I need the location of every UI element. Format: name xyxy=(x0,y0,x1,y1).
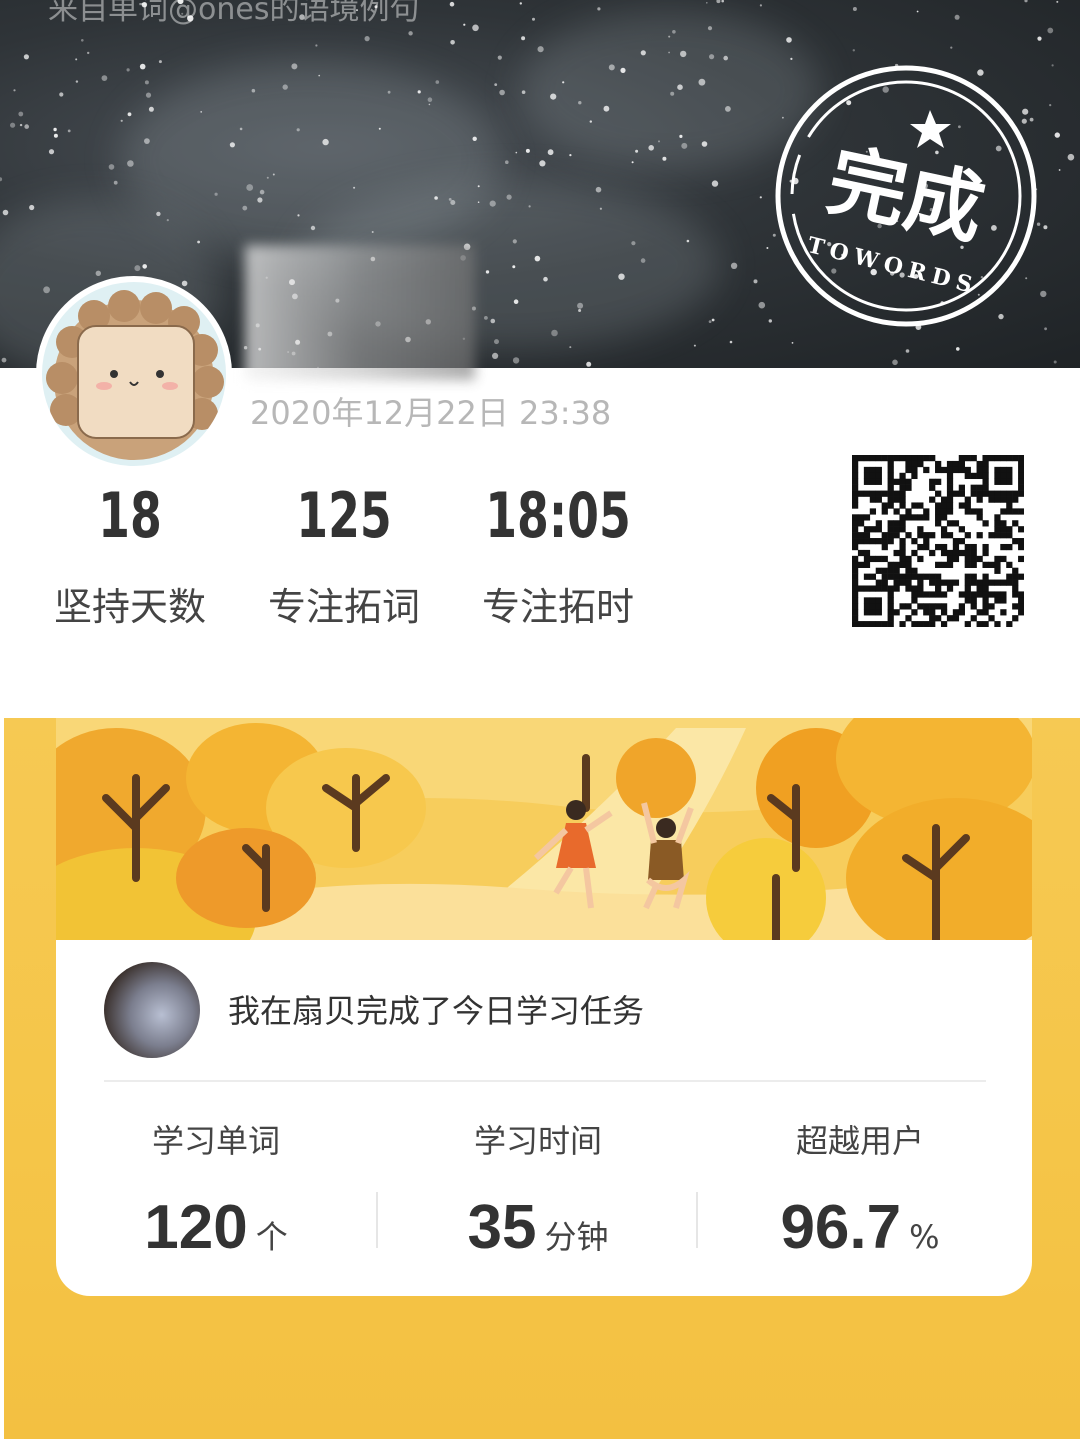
svg-text:完成: 完成 xyxy=(820,136,991,256)
stat-days-label: 坚持天数 xyxy=(53,585,206,629)
stat-study-time-unit: 分钟 xyxy=(544,1218,609,1256)
record-date: 2020年12月22日 23:38 xyxy=(250,394,612,432)
blurred-username xyxy=(245,245,475,380)
autumn-scene-illustration xyxy=(56,718,1032,944)
star-icon xyxy=(910,110,951,148)
stat-time-label: 专注拓时 xyxy=(481,585,634,629)
stat-study-time-label: 学习时间 xyxy=(473,1122,602,1160)
stat-surpass-users-value: 96.7 xyxy=(780,1193,902,1262)
stat-surpass-users: 超越用户 96.7% xyxy=(700,1116,1020,1263)
stat-learned-words-label: 学习单词 xyxy=(151,1122,280,1160)
stat-surpass-users-label: 超越用户 xyxy=(795,1122,924,1160)
stat-learned-words: 学习单词 120 个 xyxy=(56,1116,376,1263)
stat-learned-words-unit: 个 xyxy=(255,1218,288,1256)
user-avatar[interactable] xyxy=(104,962,200,1058)
stat-words-label: 专注拓词 xyxy=(267,585,420,629)
stat-study-time: 学习时间 35 分钟 xyxy=(378,1116,698,1263)
completion-message: 我在扇贝完成了今日学习任务 xyxy=(228,992,645,1030)
divider xyxy=(104,1080,986,1082)
stat-learned-words-value: 120 xyxy=(144,1193,248,1262)
lion-avatar[interactable] xyxy=(36,276,232,472)
stat-days: 18 坚持天数 xyxy=(40,480,220,631)
stat-surpass-users-unit: % xyxy=(909,1218,940,1256)
stat-time-value: 18:05 xyxy=(485,479,631,552)
completion-stamp-icon: 完成 TOWORDS xyxy=(775,65,1037,327)
separator xyxy=(696,1192,698,1248)
stat-words-value: 125 xyxy=(296,479,392,552)
qr-code[interactable] xyxy=(852,455,1024,627)
stat-time: 18:05 专注拓时 xyxy=(468,480,648,631)
stat-words: 125 专注拓词 xyxy=(254,480,434,631)
hero-caption: 来自单词@ones的语境例句 xyxy=(48,0,420,27)
stat-study-time-value: 35 xyxy=(467,1193,537,1262)
stat-days-value: 18 xyxy=(98,479,162,552)
